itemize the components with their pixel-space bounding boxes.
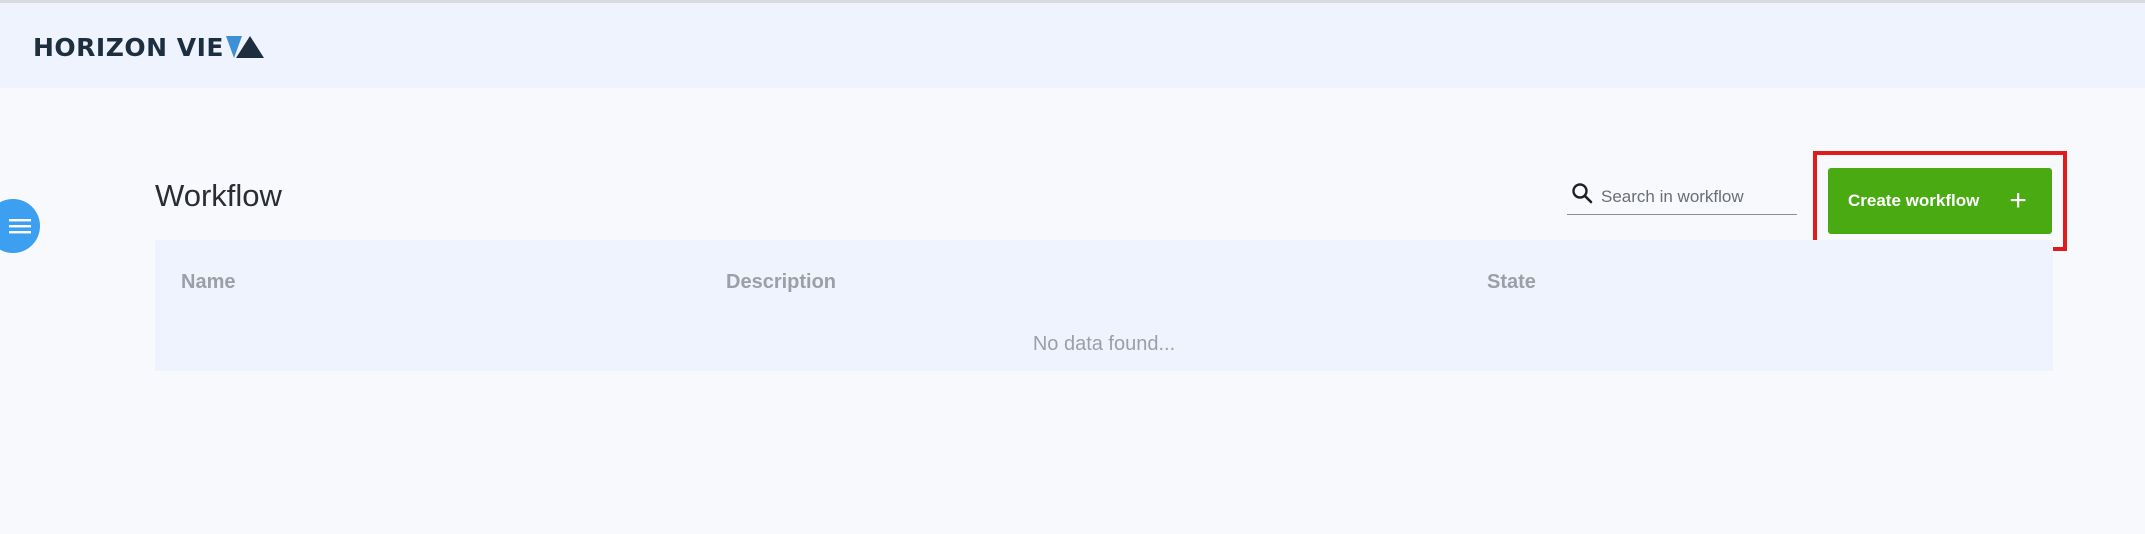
column-header-name[interactable]: Name [181, 271, 235, 294]
triangle-logo-icon [225, 36, 264, 58]
plus-icon: + [2009, 184, 2027, 217]
menu-icon [9, 219, 31, 234]
column-header-description[interactable]: Description [726, 271, 836, 294]
search-icon [1571, 182, 1595, 206]
page-title: Workflow [155, 178, 282, 213]
create-workflow-label: Create workflow [1848, 191, 1980, 210]
app-header: HORIZON VIE [0, 3, 2145, 88]
search-box[interactable] [1567, 180, 1797, 215]
empty-state-message: No data found... [1032, 333, 1176, 355]
column-header-state[interactable]: State [1487, 271, 1536, 294]
logo[interactable]: HORIZON VIE [33, 31, 264, 63]
search-input[interactable] [1601, 187, 1791, 207]
create-workflow-button[interactable]: Create workflow + [1828, 168, 2052, 234]
sidebar-toggle-button[interactable] [0, 199, 40, 253]
workflow-table: Name Description State No data found... [155, 240, 2053, 371]
logo-text: HORIZON VIE [33, 32, 224, 62]
